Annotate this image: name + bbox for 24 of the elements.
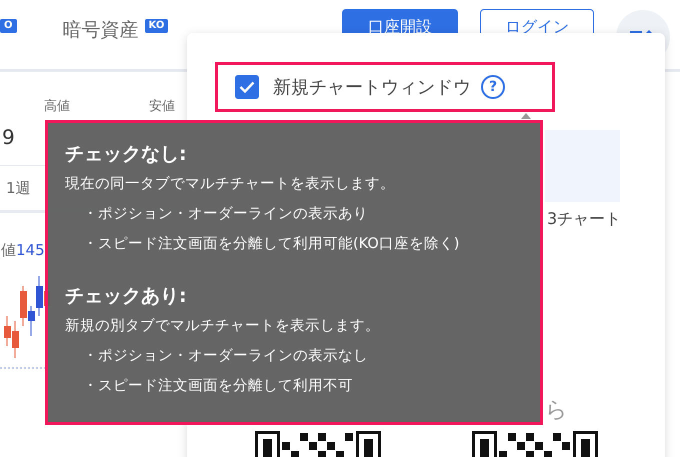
layout-option[interactable]: 3チャート (547, 209, 622, 230)
close-label: 値 (1, 241, 16, 260)
check-icon (239, 81, 255, 93)
qr-code-icon (255, 431, 381, 457)
ko-badge: O (0, 19, 17, 33)
nav-link[interactable]: 暗号資産 (62, 17, 139, 43)
tooltip-bullet: ・スピード注文画面を分離して利用可能(KO口座を除く) (83, 234, 460, 254)
tooltip-bullet: ・スピード注文画面を分離して利用不可 (83, 377, 354, 396)
tooltip-text: 現在の同一タブでマルチチャートを表示します。 (65, 175, 396, 194)
tooltip-text: 新規の別タブでマルチチャートを表示します。 (65, 316, 381, 336)
period-tab[interactable]: 1週 (6, 178, 31, 198)
tooltip-bullet: ・ポジション・オーダーラインの表示なし (83, 347, 369, 366)
qr-code-icon (472, 431, 598, 457)
option-label: 新規チャートウィンドウ (273, 76, 471, 99)
close-value: 145 (16, 241, 45, 260)
checkbox[interactable] (235, 75, 259, 99)
ko-badge: KO (144, 19, 168, 33)
download-text: ら (545, 397, 568, 425)
help-button[interactable]: ? (481, 75, 505, 99)
tooltip-bullet: ・ポジション・オーダーラインの表示あり (83, 205, 369, 224)
stat-label: 安値 (149, 98, 175, 115)
stat-label: 高値 (44, 98, 70, 115)
tooltip-heading: チェックあり: (65, 284, 188, 309)
tooltip-heading: チェックなし: (65, 142, 188, 167)
